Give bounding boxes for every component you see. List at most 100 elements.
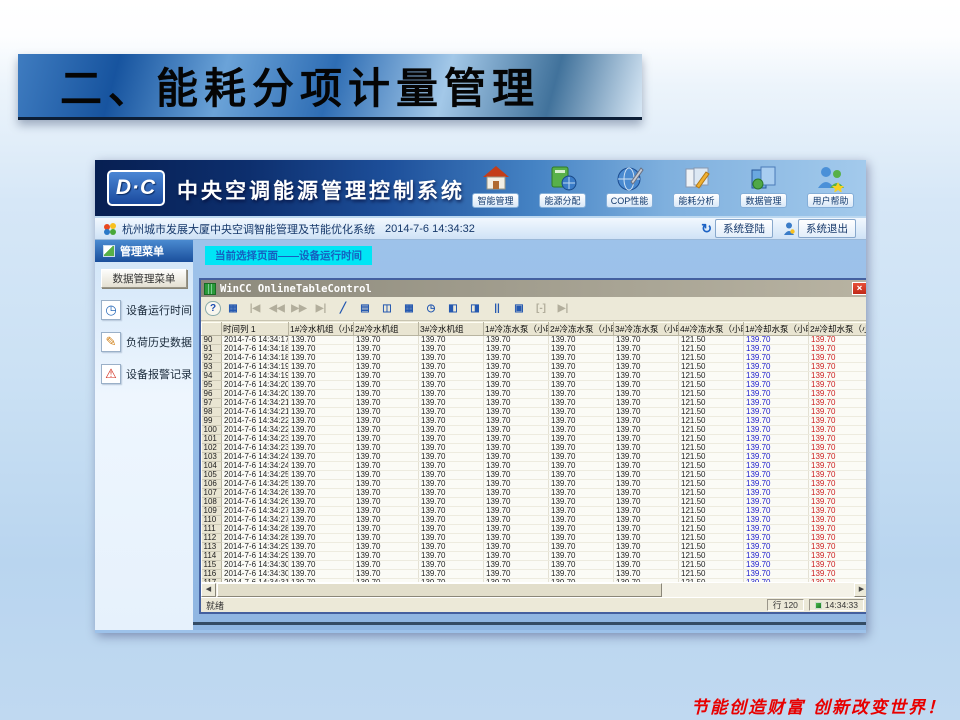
data-management-menu-button[interactable]: 数据管理菜单 xyxy=(101,269,187,288)
table-row[interactable]: 1082014-7-6 14:34:26139.70139.70139.7013… xyxy=(202,498,867,507)
table-row[interactable]: 1112014-7-6 14:34:28139.70139.70139.7013… xyxy=(202,525,867,534)
table-row[interactable]: 952014-7-6 14:34:20139.70139.70139.70139… xyxy=(202,381,867,390)
timestamp-cell: 2014-7-6 14:34:30 xyxy=(222,570,289,579)
row-counter: 行 120 xyxy=(767,599,804,611)
nav-item-6[interactable]: 用户帮助 xyxy=(797,164,864,208)
table-row[interactable]: 1162014-7-6 14:34:30139.70139.70139.7013… xyxy=(202,570,867,579)
column-header[interactable]: 1#冷水机组（小时） xyxy=(289,323,354,336)
last-record-icon: ▶| xyxy=(311,300,331,318)
value-cell: 139.70 xyxy=(419,516,484,525)
row-number-cell: 109 xyxy=(202,507,222,516)
sidebar-item-1[interactable]: ◷设备运行时间 xyxy=(101,300,193,320)
scroll-right-icon[interactable]: ▶ xyxy=(854,583,866,597)
row-counter-value: 120 xyxy=(784,600,798,610)
table-row[interactable]: 1132014-7-6 14:34:29139.70139.70139.7013… xyxy=(202,543,867,552)
nav-item-5[interactable]: 数据管理 xyxy=(730,164,797,208)
table-row[interactable]: 1002014-7-6 14:34:22139.70139.70139.7013… xyxy=(202,426,867,435)
help-icon[interactable]: ? xyxy=(205,301,221,316)
table-row[interactable]: 1042014-7-6 14:34:24139.70139.70139.7013… xyxy=(202,462,867,471)
column-header[interactable]: 2#冷水机组 xyxy=(354,323,419,336)
table-row[interactable]: 1072014-7-6 14:34:26139.70139.70139.7013… xyxy=(202,489,867,498)
table-row[interactable]: 962014-7-6 14:34:20139.70139.70139.70139… xyxy=(202,390,867,399)
table-row[interactable]: 1122014-7-6 14:34:28139.70139.70139.7013… xyxy=(202,534,867,543)
table-row[interactable]: 912014-7-6 14:34:18139.70139.70139.70139… xyxy=(202,345,867,354)
value-cell: 139.70 xyxy=(354,543,419,552)
timestamp-cell: 2014-7-6 14:34:27 xyxy=(222,507,289,516)
nav-item-4[interactable]: 能耗分析 xyxy=(663,164,730,208)
column-header[interactable]: 时间列 1 xyxy=(222,323,289,336)
menu-icon xyxy=(103,245,115,257)
nav-item-1[interactable]: 智能管理 xyxy=(462,164,529,208)
table-row[interactable]: 942014-7-6 14:34:19139.70139.70139.70139… xyxy=(202,372,867,381)
value-cell: 121.50 xyxy=(679,345,744,354)
table-row[interactable]: 932014-7-6 14:34:19139.70139.70139.70139… xyxy=(202,363,867,372)
sidebar-item-2[interactable]: ✎负荷历史数据 xyxy=(101,332,193,352)
columns-icon[interactable]: ◫ xyxy=(377,300,397,318)
calendar-select-icon[interactable]: ▦ xyxy=(399,300,419,318)
table-row[interactable]: 1152014-7-6 14:34:30139.70139.70139.7013… xyxy=(202,561,867,570)
scrollbar-thumb[interactable] xyxy=(217,583,662,597)
logout-button[interactable]: 系统退出 xyxy=(798,219,856,238)
ready-status: 就绪 xyxy=(201,599,767,612)
export-end-icon[interactable]: ◨ xyxy=(465,300,485,318)
value-cell: 139.70 xyxy=(289,525,354,534)
sidebar-item-3[interactable]: ⚠设备报警记录 xyxy=(101,364,193,384)
data-management-icon xyxy=(749,164,779,192)
table-row[interactable]: 982014-7-6 14:34:21139.70139.70139.70139… xyxy=(202,408,867,417)
edit-icon[interactable]: ╱ xyxy=(333,300,353,318)
value-cell: 139.70 xyxy=(289,498,354,507)
copy-icon[interactable]: ▤ xyxy=(355,300,375,318)
value-cell: 139.70 xyxy=(419,507,484,516)
value-cell: 121.50 xyxy=(679,462,744,471)
value-cell: 139.70 xyxy=(614,390,679,399)
value-cell: 139.70 xyxy=(354,408,419,417)
column-header[interactable]: 2#冷却水泵（小时） xyxy=(809,323,867,336)
value-cell: 139.70 xyxy=(809,453,867,462)
table-row[interactable]: 922014-7-6 14:34:18139.70139.70139.70139… xyxy=(202,354,867,363)
value-cell: 139.70 xyxy=(614,570,679,579)
nav-item-2[interactable]: 能源分配 xyxy=(529,164,596,208)
app-logo: D·C xyxy=(107,170,165,206)
timestamp-cell: 2014-7-6 14:34:22 xyxy=(222,426,289,435)
pause-icon[interactable]: || xyxy=(487,300,507,318)
main-content: 当前选择页面——设备运行时间 WinCC OnlineTableControl … xyxy=(193,240,866,630)
time-range-icon[interactable]: ◷ xyxy=(421,300,441,318)
calendar-config-icon[interactable]: ▦ xyxy=(223,300,243,318)
table-row[interactable]: 1102014-7-6 14:34:27139.70139.70139.7013… xyxy=(202,516,867,525)
value-cell: 139.70 xyxy=(289,534,354,543)
column-header[interactable]: 2#冷冻水泵（小时） xyxy=(549,323,614,336)
table-row[interactable]: 1092014-7-6 14:34:27139.70139.70139.7013… xyxy=(202,507,867,516)
value-cell: 139.70 xyxy=(419,381,484,390)
value-cell: 139.70 xyxy=(354,354,419,363)
value-cell: 139.70 xyxy=(354,381,419,390)
nav-item-3[interactable]: COP性能 xyxy=(596,164,663,208)
table-row[interactable]: 972014-7-6 14:34:21139.70139.70139.70139… xyxy=(202,399,867,408)
table-row[interactable]: 1012014-7-6 14:34:23139.70139.70139.7013… xyxy=(202,435,867,444)
value-cell: 139.70 xyxy=(354,471,419,480)
column-header[interactable]: 3#冷冻水泵（小时） xyxy=(614,323,679,336)
column-header[interactable]: 4#冷冻水泵（小时） xyxy=(679,323,744,336)
value-cell: 139.70 xyxy=(289,552,354,561)
value-cell: 139.70 xyxy=(809,507,867,516)
print-icon[interactable]: ▣ xyxy=(509,300,529,318)
table-row[interactable]: 902014-7-6 14:34:17139.70139.70139.70139… xyxy=(202,336,867,345)
login-button[interactable]: 系统登陆 xyxy=(715,219,773,238)
column-header[interactable]: 1#冷却水泵（小时） xyxy=(744,323,809,336)
table-row[interactable]: 1022014-7-6 14:34:23139.70139.70139.7013… xyxy=(202,444,867,453)
export-start-icon[interactable]: ◧ xyxy=(443,300,463,318)
column-header[interactable]: 1#冷冻水泵（小时） xyxy=(484,323,549,336)
horizontal-scrollbar[interactable]: ◀ ▶ xyxy=(201,582,866,597)
table-row[interactable]: 992014-7-6 14:34:22139.70139.70139.70139… xyxy=(202,417,867,426)
close-icon[interactable]: × xyxy=(852,282,866,295)
wincc-titlebar[interactable]: WinCC OnlineTableControl × xyxy=(201,280,866,297)
table-row[interactable]: 1062014-7-6 14:34:25139.70139.70139.7013… xyxy=(202,480,867,489)
table-row[interactable]: 1052014-7-6 14:34:25139.70139.70139.7013… xyxy=(202,471,867,480)
scroll-left-icon[interactable]: ◀ xyxy=(201,583,216,597)
table-row[interactable]: 1032014-7-6 14:34:24139.70139.70139.7013… xyxy=(202,453,867,462)
value-cell: 121.50 xyxy=(679,516,744,525)
column-header[interactable]: 3#冷水机组 xyxy=(419,323,484,336)
value-cell: 139.70 xyxy=(549,453,614,462)
table-row[interactable]: 1142014-7-6 14:34:29139.70139.70139.7013… xyxy=(202,552,867,561)
value-cell: 121.50 xyxy=(679,381,744,390)
value-cell: 139.70 xyxy=(484,354,549,363)
